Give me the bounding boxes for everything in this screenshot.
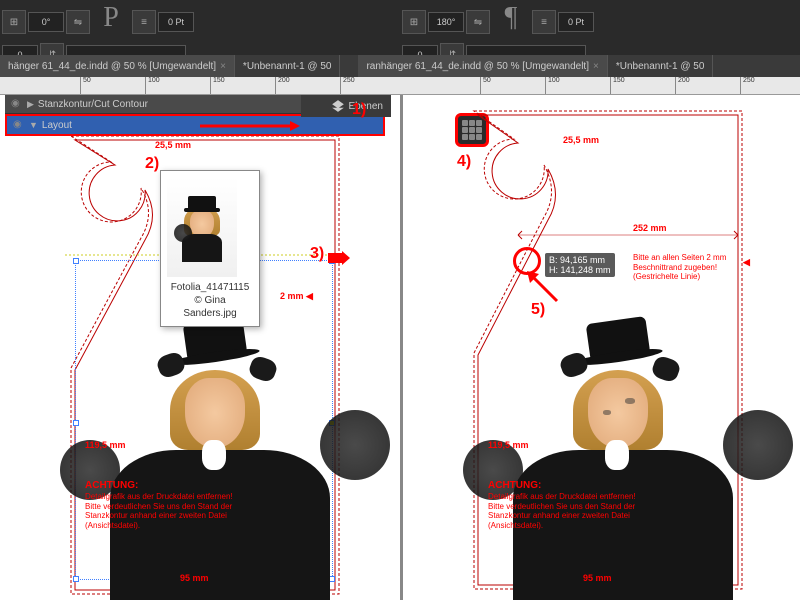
dim-bottom-2: 95 mm (583, 573, 612, 583)
ruler-horizontal-left: 50 100 150 200 250 (0, 77, 400, 95)
dim-width-2: 252 mm (633, 223, 667, 233)
annotation-2: 2) (145, 155, 159, 173)
pt-input-2[interactable] (558, 12, 594, 32)
arrow-1 (200, 119, 300, 133)
close-icon-2[interactable]: × (593, 61, 599, 72)
visibility-icon[interactable]: ◉ (11, 98, 23, 110)
rotation-input-2[interactable] (428, 12, 464, 32)
layer-name-2: Layout (42, 120, 72, 131)
dim-bottom: 95 mm (180, 573, 209, 583)
annotation-5: 5) (531, 301, 545, 319)
tab-doc-3[interactable]: ranhänger 61_44_de.indd @ 50 % [Umgewand… (358, 55, 607, 77)
layers-panel: ◉ ▶ Stanzkontur/Cut Contour ◉ ▼ Layout E… (5, 95, 385, 136)
flip-h-icon-2[interactable]: ⇋ (466, 10, 490, 34)
annotation-4: 4) (457, 153, 471, 171)
paragraph-marker-icon: ¶ (491, 2, 531, 42)
rotation-input[interactable] (28, 12, 64, 32)
layers-icon (331, 99, 345, 113)
pt-input[interactable] (158, 12, 194, 32)
thumbnail-filename: Fotolia_41471115 © Gina Sanders.jpg (167, 281, 253, 320)
placed-image-2[interactable] (473, 320, 753, 600)
tab-doc-4[interactable]: *Unbenannt-1 @ 50 (608, 55, 714, 77)
tab-doc-1[interactable]: hänger 61_44_de.indd @ 50 % [Umgewandelt… (0, 55, 235, 77)
layer-row-layout[interactable]: ◉ ▼ Layout (5, 114, 385, 136)
annotation-3: 3) (310, 245, 324, 263)
document-view-right[interactable]: 4) 25,5 mm 252 mm B: 94,165 mm H: 141,24… (400, 95, 800, 600)
warning-text-2: ACHTUNG: Detailgrafik aus der Druckdatei… (488, 480, 688, 530)
dim-marker-right: ◀ (743, 257, 750, 268)
visibility-icon-2[interactable]: ◉ (13, 119, 25, 131)
dim-top: 25,5 mm (155, 140, 191, 150)
arrow-5 (527, 271, 561, 305)
close-icon[interactable]: × (220, 61, 226, 72)
placed-image[interactable] (70, 320, 350, 600)
annotation-1: 1) (352, 101, 366, 119)
warning-text: ACHTUNG: Detailgrafik aus der Druckdatei… (85, 480, 285, 530)
chevron-right-icon[interactable]: ▶ (27, 99, 34, 110)
dim-top-2: 25,5 mm (563, 135, 599, 145)
anchor-widget-2[interactable]: ⊞ (402, 10, 426, 34)
control-panel: ⊞ ⇋ P ≡ ⇵ ⊞ ⇋ ¶ ≡ ⇵ (0, 0, 800, 55)
align-icon[interactable]: ≡ (132, 10, 156, 34)
layer-name: Stanzkontur/Cut Contour (38, 99, 148, 110)
panel-tab[interactable]: Ebenen (301, 95, 391, 117)
thumbnail-image (167, 177, 237, 277)
align-icon-2[interactable]: ≡ (532, 10, 556, 34)
paragraph-style-icon: P (91, 2, 131, 42)
place-file-preview[interactable]: Fotolia_41471115 © Gina Sanders.jpg (160, 170, 260, 327)
flip-h-icon[interactable]: ⇋ (66, 10, 90, 34)
bleed-text: Bitte an allen Seiten 2 mm Beschnittrand… (633, 253, 753, 282)
dim-height: 119,5 mm (85, 440, 126, 450)
dim-height-2: 119,5 mm (488, 440, 529, 450)
tab-doc-2[interactable]: *Unbenannt-1 @ 50 (235, 55, 341, 77)
document-tabs: hänger 61_44_de.indd @ 50 % [Umgewandelt… (0, 55, 800, 77)
arrow-3 (328, 251, 350, 265)
document-view-left[interactable]: ◉ ▶ Stanzkontur/Cut Contour ◉ ▼ Layout E… (0, 95, 400, 600)
ruler-horizontal-right: 50 100 150 200 250 (400, 77, 800, 95)
anchor-widget[interactable]: ⊞ (2, 10, 26, 34)
chevron-down-icon[interactable]: ▼ (29, 120, 38, 130)
